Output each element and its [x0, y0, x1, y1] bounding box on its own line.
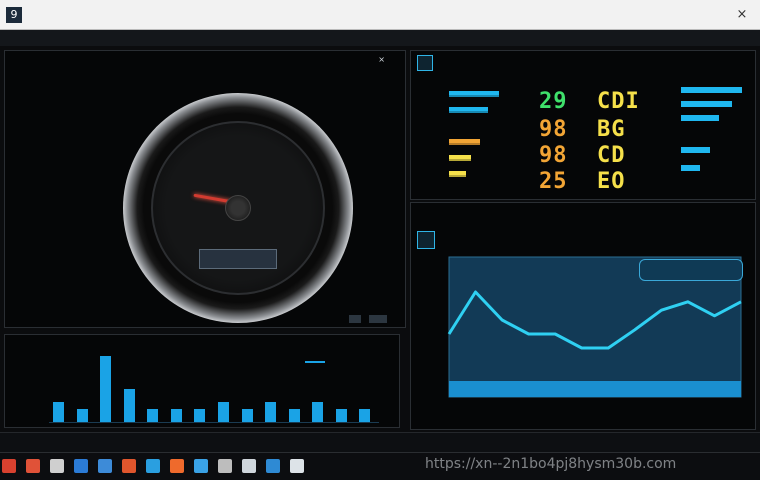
- red-app-icon[interactable]: [26, 459, 40, 473]
- bar-chart-bar: [147, 408, 159, 422]
- digits-panel-icon[interactable]: [417, 55, 433, 71]
- level-bar: [681, 101, 733, 107]
- bar-chart-bar: [100, 356, 112, 422]
- panel-footer-button[interactable]: [349, 315, 361, 323]
- menu-bar: [0, 30, 760, 46]
- speedometer-gauge: [123, 93, 353, 323]
- bar-chart-bar: [123, 389, 135, 422]
- line-panel-icon[interactable]: [417, 231, 435, 249]
- bar-chart-plot: [49, 353, 379, 423]
- level-bar: [681, 165, 701, 171]
- bar-chart-bar: [218, 402, 229, 422]
- digit-readout: CD: [597, 143, 626, 168]
- gauge-panel-header: ×: [5, 51, 405, 73]
- blue-app-icon[interactable]: [74, 459, 88, 473]
- level-bar: [449, 155, 472, 161]
- document-app-icon[interactable]: [50, 459, 64, 473]
- bar-chart-bar: [170, 408, 182, 422]
- digit-readout: 25: [539, 169, 568, 194]
- digit-readout: CDI: [597, 89, 640, 114]
- line-chart-badge[interactable]: [639, 259, 743, 281]
- red-app-icon[interactable]: [2, 459, 16, 473]
- digits-panel: 29 98 98 25 CDI BG CD EO: [410, 50, 756, 200]
- app-icon: 9: [6, 7, 22, 23]
- file-app-icon[interactable]: [146, 459, 160, 473]
- level-bar: [449, 91, 500, 97]
- right-bar-group: [681, 83, 745, 193]
- left-bar-group: [449, 83, 505, 193]
- needle-hub: [225, 195, 251, 221]
- media-app-icon[interactable]: [218, 459, 232, 473]
- bar-chart-bar: [335, 408, 347, 422]
- bar-chart-bar: [265, 402, 277, 422]
- mail-app-icon[interactable]: [266, 459, 280, 473]
- level-bar: [681, 115, 720, 121]
- mail-app-icon[interactable]: [290, 459, 304, 473]
- watermark-url: https://xn--2n1bo4pj8hysm30b.com: [425, 456, 677, 472]
- bar-chart-bar: [312, 402, 324, 422]
- line-chart-panel: [410, 202, 756, 430]
- level-bar: [681, 147, 710, 153]
- status-strip: [0, 432, 760, 452]
- level-bar: [681, 87, 742, 93]
- panel-footer-button[interactable]: [369, 315, 387, 323]
- window-icon[interactable]: [122, 459, 136, 473]
- image-app-icon[interactable]: [194, 459, 208, 473]
- speedometer-lcd: [199, 249, 277, 269]
- digit-readout: 98: [539, 143, 568, 168]
- bar-chart-bar: [288, 408, 300, 422]
- bar-chart-bar: [194, 408, 206, 422]
- digit-readout: EO: [597, 169, 626, 194]
- bar-chart-panel: [4, 334, 400, 428]
- bar-chart-bar: [53, 402, 64, 422]
- digit-readout: 98: [539, 117, 568, 142]
- digit-readout: 29: [539, 89, 568, 114]
- browser-icon[interactable]: [98, 459, 112, 473]
- level-bar: [449, 139, 480, 145]
- bar-chart-bar: [76, 408, 88, 422]
- image-app-icon[interactable]: [242, 459, 256, 473]
- digit-readout: BG: [597, 117, 626, 142]
- level-bar: [449, 107, 489, 113]
- window-titlebar: 9 ×: [0, 0, 760, 30]
- level-bar: [449, 171, 466, 177]
- close-icon[interactable]: ×: [732, 5, 752, 25]
- orange-app-icon[interactable]: [170, 459, 184, 473]
- panel-close-icon[interactable]: ×: [378, 55, 385, 64]
- line-chart-baseline: [449, 381, 741, 397]
- bar-chart-bar: [241, 408, 253, 422]
- bar-chart-bar: [359, 408, 371, 422]
